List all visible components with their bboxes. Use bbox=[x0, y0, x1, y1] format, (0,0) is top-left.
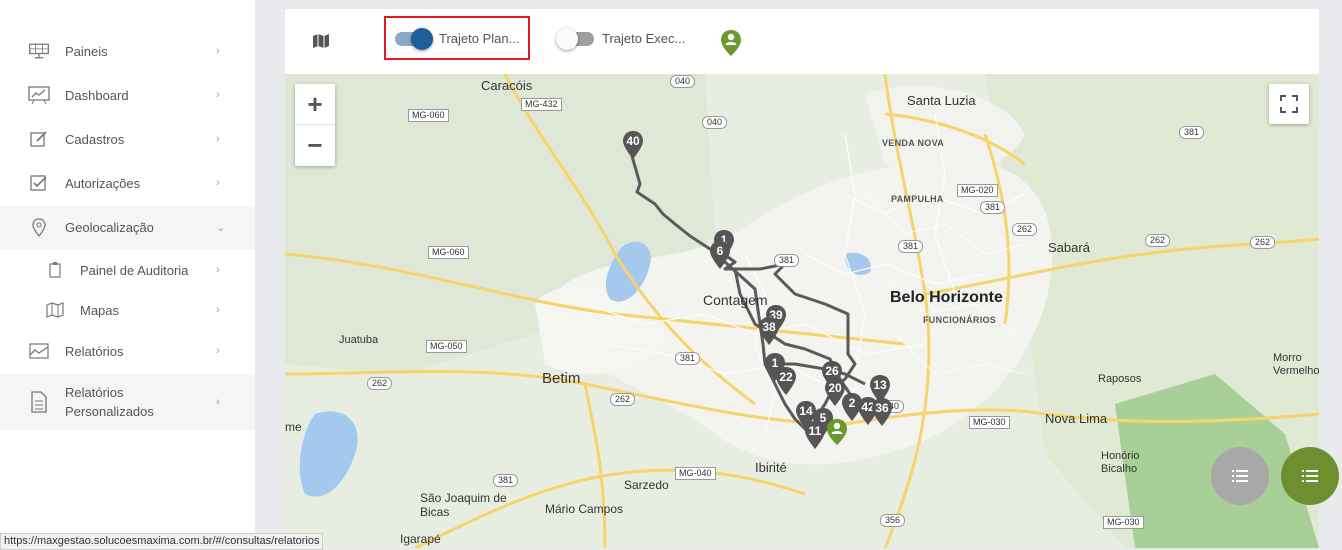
route-marker-label: 14 bbox=[799, 404, 813, 418]
checkbox-icon bbox=[28, 172, 50, 194]
chevron-right-icon: › bbox=[216, 45, 220, 57]
route-marker[interactable]: 40 bbox=[622, 130, 644, 160]
route-marker-label: 20 bbox=[828, 381, 842, 395]
area-chart-icon bbox=[28, 340, 50, 362]
route-marker[interactable]: 38 bbox=[758, 316, 780, 346]
fullscreen-icon bbox=[1280, 95, 1298, 113]
route-marker[interactable]: 6 bbox=[709, 240, 731, 270]
sidebar-item-relatorios-personalizados[interactable]: Relatórios Personalizados › bbox=[0, 374, 255, 430]
toggle-trajeto-executado[interactable]: Trajeto Exec... bbox=[556, 27, 686, 50]
route-marker-label: 26 bbox=[825, 364, 839, 378]
route-marker[interactable]: 22 bbox=[775, 366, 797, 396]
chevron-right-icon: › bbox=[216, 177, 220, 189]
zoom-in-button[interactable]: + bbox=[295, 84, 335, 125]
sidebar-item-label: Mapas bbox=[80, 302, 120, 318]
sidebar-item-label: Painel de Auditoria bbox=[80, 262, 189, 278]
map-icon bbox=[44, 299, 66, 321]
route-marker-label: 2 bbox=[849, 396, 856, 410]
route-marker-label: 22 bbox=[779, 370, 793, 384]
map-icon[interactable] bbox=[312, 33, 330, 54]
zoom-out-button[interactable]: − bbox=[295, 125, 335, 165]
browser-status-url: https://maxgestao.solucoesmaxima.com.br/… bbox=[0, 533, 324, 550]
sidebar-item-painel-de-auditoria[interactable]: Painel de Auditoria › bbox=[0, 258, 255, 282]
toggle-trajeto-planejado[interactable]: Trajeto Plan... bbox=[395, 27, 520, 50]
sidebar-item-label: Relatórios Personalizados bbox=[65, 385, 154, 419]
person-pin-icon[interactable] bbox=[720, 29, 742, 62]
map-panel: Trajeto Plan... Trajeto Exec... Caracóis… bbox=[285, 9, 1319, 548]
edit-icon bbox=[28, 128, 50, 150]
toggle-knob bbox=[411, 27, 433, 50]
checklist-icon bbox=[1302, 470, 1318, 482]
chevron-right-icon: › bbox=[216, 396, 220, 408]
sidebar-item-mapas[interactable]: Mapas › bbox=[0, 298, 255, 322]
sidebar-item-label: Geolocalização bbox=[65, 220, 154, 235]
sidebar: Paineis › Dashboard › Cadastros › Autori… bbox=[0, 0, 255, 548]
route-marker-label: 36 bbox=[875, 401, 889, 415]
list-fab-button[interactable] bbox=[1211, 447, 1269, 505]
toggle-knob bbox=[556, 27, 578, 50]
sidebar-item-dashboard[interactable]: Dashboard › bbox=[0, 83, 255, 107]
fullscreen-button[interactable] bbox=[1269, 84, 1309, 124]
route-marker[interactable]: 36 bbox=[871, 397, 893, 427]
route-marker-label: 38 bbox=[762, 320, 776, 334]
solar-panel-icon bbox=[28, 40, 50, 62]
route-marker-label: 40 bbox=[626, 134, 640, 148]
map-canvas[interactable]: Caracóis Santa Luzia Contagem Belo Horiz… bbox=[285, 74, 1319, 548]
sidebar-item-autorizacoes[interactable]: Autorizações › bbox=[0, 171, 255, 195]
toggle-switch-on[interactable] bbox=[395, 27, 433, 50]
route-marker-label: 13 bbox=[873, 378, 887, 392]
route-markers: 40 1 6 39 38 1 22 26 20 14 5 11 13 42 36… bbox=[285, 74, 1319, 548]
toggle-label: Trajeto Exec... bbox=[602, 31, 686, 46]
route-marker-label: 11 bbox=[809, 424, 822, 438]
sidebar-item-label: Paineis bbox=[65, 43, 108, 59]
checklist-fab-button[interactable] bbox=[1281, 447, 1339, 505]
chevron-down-icon: ⌄ bbox=[216, 222, 226, 234]
sidebar-item-geolocalizacao[interactable]: Geolocalização ⌄ bbox=[0, 206, 255, 249]
sidebar-item-label: Autorizações bbox=[65, 175, 141, 191]
zoom-control: + − bbox=[295, 84, 335, 166]
sidebar-item-relatorios[interactable]: Relatórios › bbox=[0, 339, 255, 363]
route-marker-label: 6 bbox=[717, 244, 724, 258]
map-toolbar: Trajeto Plan... Trajeto Exec... bbox=[285, 9, 1319, 74]
sidebar-item-label: Relatórios bbox=[65, 343, 124, 359]
person-pin-icon[interactable] bbox=[826, 418, 848, 446]
chevron-right-icon: › bbox=[216, 304, 220, 316]
sidebar-item-paineis[interactable]: Paineis › bbox=[0, 39, 255, 63]
sidebar-item-label: Dashboard bbox=[65, 87, 129, 103]
chart-board-icon bbox=[28, 84, 50, 106]
route-marker[interactable]: 11 bbox=[804, 420, 826, 450]
document-icon bbox=[28, 391, 50, 413]
chevron-right-icon: › bbox=[216, 264, 220, 276]
toggle-label: Trajeto Plan... bbox=[439, 31, 520, 46]
chevron-right-icon: › bbox=[216, 133, 220, 145]
list-icon bbox=[1232, 470, 1248, 482]
location-pin-icon bbox=[28, 217, 50, 239]
chevron-right-icon: › bbox=[216, 345, 220, 357]
chevron-right-icon: › bbox=[216, 89, 220, 101]
clipboard-icon bbox=[44, 259, 66, 281]
sidebar-item-cadastros[interactable]: Cadastros › bbox=[0, 127, 255, 151]
sidebar-item-label: Cadastros bbox=[65, 131, 125, 147]
toggle-switch-off[interactable] bbox=[556, 27, 594, 50]
